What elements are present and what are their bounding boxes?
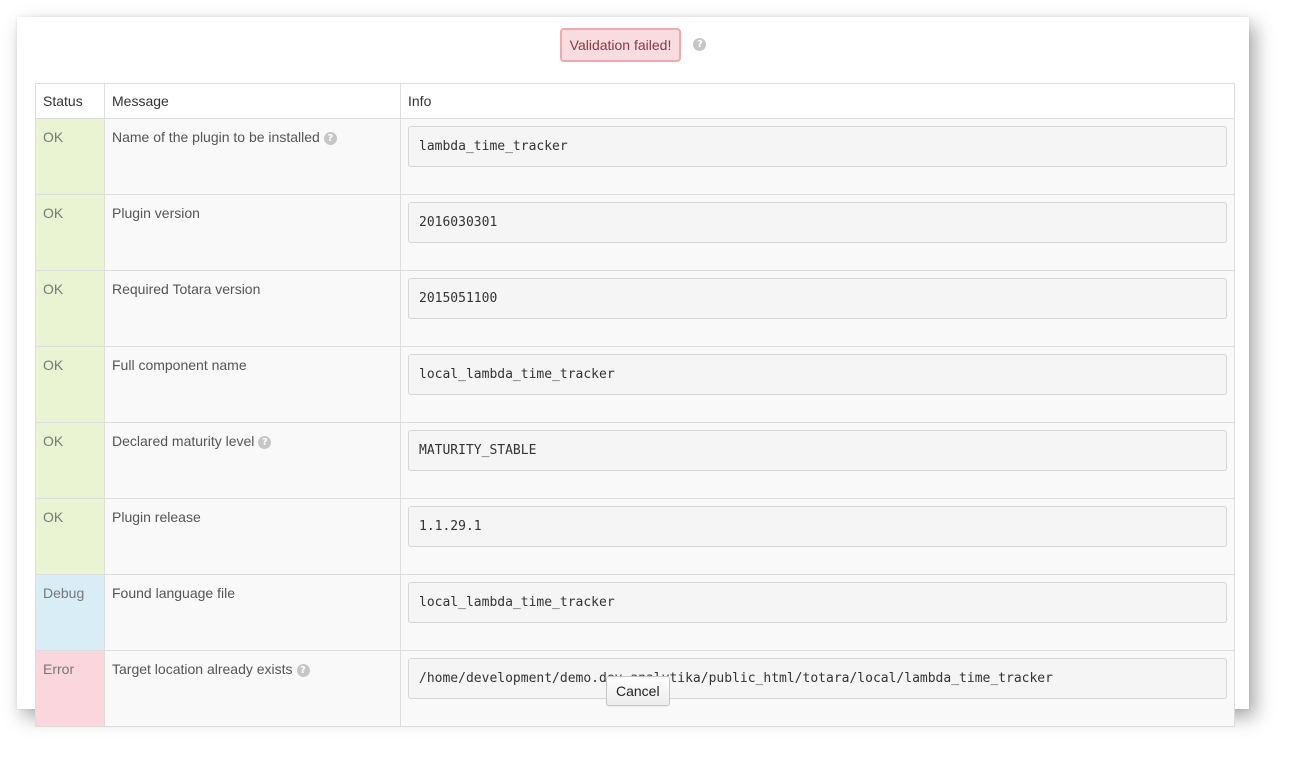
- question-circle-icon[interactable]: ?: [693, 38, 707, 51]
- table-row: OK Plugin release 1.1.29.1: [35, 498, 1235, 575]
- info-cell: 2015051100: [400, 270, 1235, 347]
- message-cell: Plugin release: [104, 498, 401, 575]
- validation-header: Validation failed! ?: [17, 27, 1249, 62]
- message-label: Plugin release: [112, 509, 201, 525]
- status-cell: OK: [35, 346, 105, 423]
- info-value: 2016030301: [408, 202, 1227, 243]
- info-cell: /home/development/demo.dev.analytika/pub…: [400, 650, 1235, 727]
- validation-results-table: Status Message Info OK Name of the plugi…: [35, 83, 1235, 727]
- message-label: Name of the plugin to be installed: [112, 129, 320, 145]
- message-label: Found language file: [112, 585, 235, 601]
- table-row: OK Declared maturity level? MATURITY_STA…: [35, 422, 1235, 499]
- status-cell: OK: [35, 498, 105, 575]
- info-cell: 2016030301: [400, 194, 1235, 271]
- table-row: OK Plugin version 2016030301: [35, 194, 1235, 271]
- validation-status-badge: Validation failed!: [559, 27, 682, 62]
- table-row: OK Required Totara version 2015051100: [35, 270, 1235, 347]
- message-cell: Full component name: [104, 346, 401, 423]
- question-circle-icon[interactable]: ?: [323, 131, 337, 145]
- message-cell: Plugin version: [104, 194, 401, 271]
- status-cell: OK: [35, 270, 105, 347]
- cancel-button[interactable]: Cancel: [606, 676, 670, 706]
- message-cell: Declared maturity level?: [104, 422, 401, 499]
- info-value: local_lambda_time_tracker: [408, 354, 1227, 395]
- table-header-row: Status Message Info: [35, 83, 1235, 119]
- question-circle-icon[interactable]: ?: [296, 663, 310, 677]
- question-circle-icon[interactable]: ?: [258, 435, 272, 449]
- status-cell: Debug: [35, 574, 105, 651]
- message-label: Full component name: [112, 357, 247, 373]
- info-cell: lambda_time_tracker: [400, 118, 1235, 195]
- message-cell: Target location already exists?: [104, 650, 401, 727]
- status-cell: OK: [35, 422, 105, 499]
- info-cell: local_lambda_time_tracker: [400, 574, 1235, 651]
- info-value: /home/development/demo.dev.analytika/pub…: [408, 658, 1227, 699]
- info-cell: local_lambda_time_tracker: [400, 346, 1235, 423]
- column-header-status: Status: [35, 83, 105, 119]
- message-label: Target location already exists: [112, 661, 293, 677]
- message-cell: Name of the plugin to be installed?: [104, 118, 401, 195]
- info-value: local_lambda_time_tracker: [408, 582, 1227, 623]
- column-header-info: Info: [400, 83, 1235, 119]
- info-cell: MATURITY_STABLE: [400, 422, 1235, 499]
- message-cell: Found language file: [104, 574, 401, 651]
- status-cell: OK: [35, 118, 105, 195]
- info-value: 1.1.29.1: [408, 506, 1227, 547]
- message-label: Plugin version: [112, 205, 200, 221]
- info-value: 2015051100: [408, 278, 1227, 319]
- message-label: Declared maturity level: [112, 433, 255, 449]
- table-row: OK Full component name local_lambda_time…: [35, 346, 1235, 423]
- column-header-message: Message: [104, 83, 401, 119]
- validation-panel: Validation failed! ? Status Message Info…: [17, 17, 1249, 727]
- status-cell: OK: [35, 194, 105, 271]
- info-value: lambda_time_tracker: [408, 126, 1227, 167]
- info-value: MATURITY_STABLE: [408, 430, 1227, 471]
- message-label: Required Totara version: [112, 281, 261, 297]
- status-cell: Error: [35, 650, 105, 727]
- info-cell: 1.1.29.1: [400, 498, 1235, 575]
- table-row: OK Name of the plugin to be installed? l…: [35, 118, 1235, 195]
- table-row: Debug Found language file local_lambda_t…: [35, 574, 1235, 651]
- message-cell: Required Totara version: [104, 270, 401, 347]
